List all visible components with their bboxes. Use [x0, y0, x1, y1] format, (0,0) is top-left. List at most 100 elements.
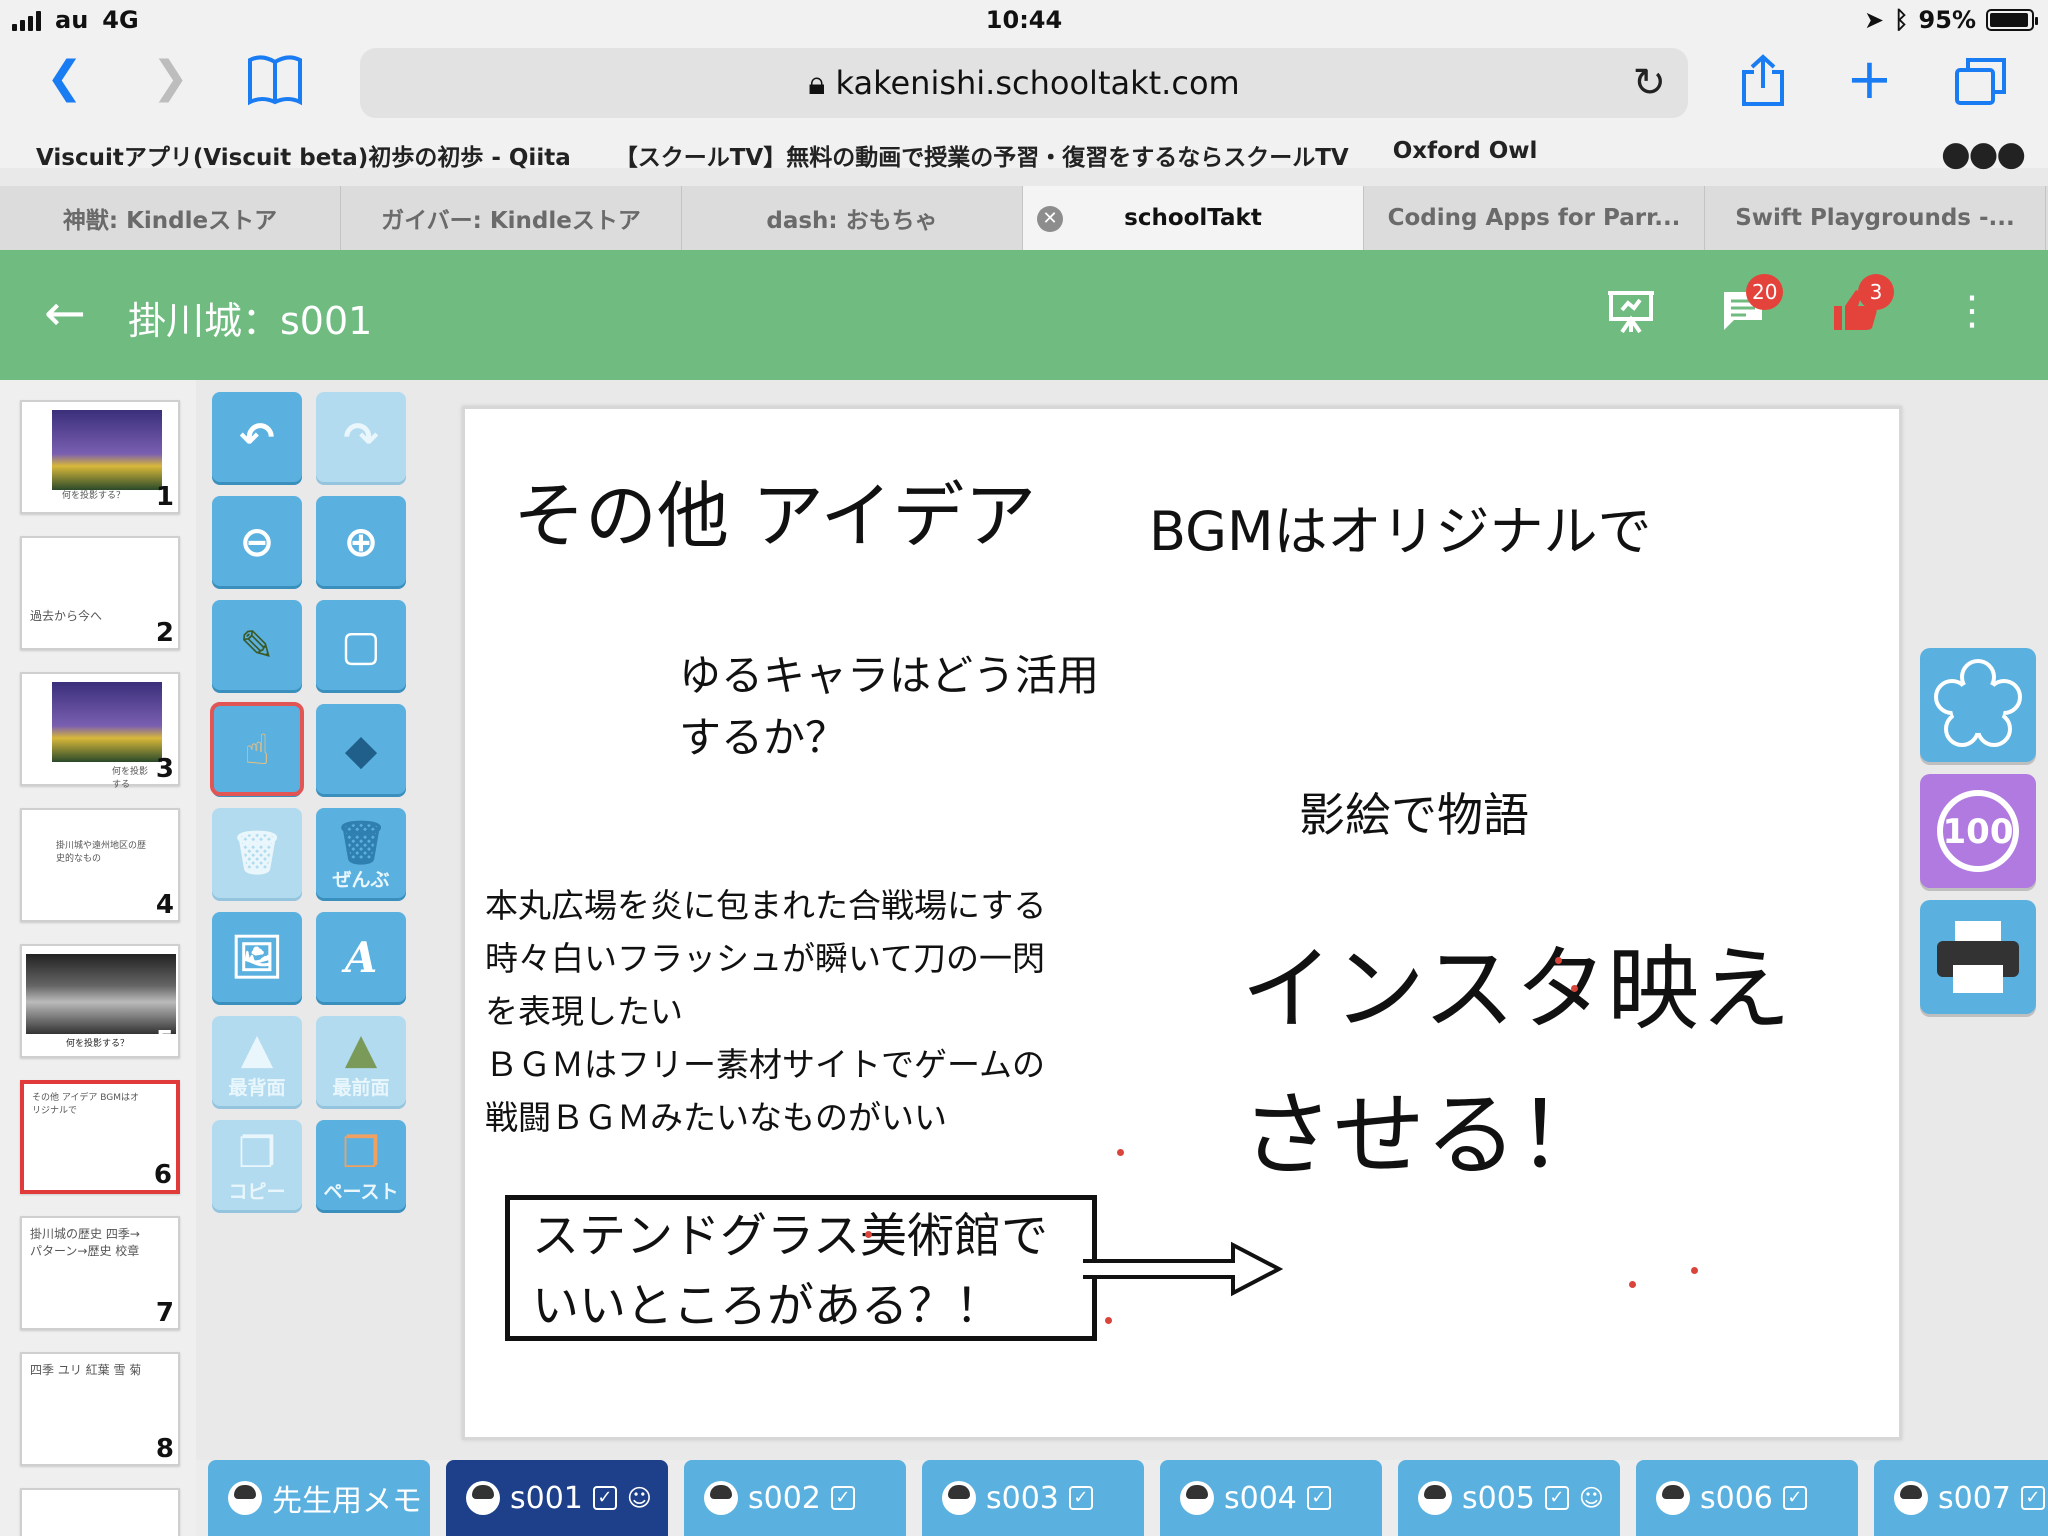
- print-button[interactable]: [1920, 900, 2036, 1014]
- student-tab-label: s006: [1700, 1480, 1773, 1516]
- browser-tab[interactable]: dash: おもちゃ: [682, 186, 1023, 250]
- delete-all-label: ぜんぶ: [332, 869, 390, 891]
- tab-close-icon[interactable]: ✕: [1037, 206, 1063, 232]
- pen-button[interactable]: ✎: [212, 600, 302, 690]
- bring-front-button[interactable]: ▲ 最前面: [316, 1016, 406, 1106]
- address-bar[interactable]: 🔒︎ kakenishi.schooltakt.com ↻: [360, 48, 1688, 118]
- arrow-shape[interactable]: [1083, 1239, 1283, 1299]
- browser-tab-bar: 神獣: Kindleストア ガイバー: Kindleストア dash: おもちゃ…: [0, 186, 2048, 250]
- student-tab-s007[interactable]: s007 ✓: [1874, 1460, 2048, 1536]
- bookmark-link[interactable]: 【スクールTV】無料の動画で授業の予習・復習をするならスクールTV: [615, 138, 1349, 172]
- thumb-text: 掛川城や遠州地区の歴史的なもの: [56, 841, 147, 864]
- student-tab-teacher-memo[interactable]: 先生用メモ: [208, 1460, 430, 1536]
- eraser-button[interactable]: ◆: [316, 704, 406, 794]
- student-tab-s004[interactable]: s004 ✓: [1160, 1460, 1382, 1536]
- slide-thumb[interactable]: 何を投影する 3: [20, 672, 180, 790]
- stained-glass-box[interactable]: ステンドグラス美術館で いいところがある？！: [505, 1195, 1097, 1341]
- image-icon: 🖼︎: [230, 932, 284, 981]
- browser-tab-active[interactable]: ✕ schoolTakt: [1023, 186, 1364, 250]
- like-icon[interactable]: 3: [1832, 274, 1894, 343]
- slide-canvas[interactable]: その他 アイデア BGMはオリジナルで ゆるキャラはどう活用 するか？ 影絵で物…: [462, 406, 1902, 1440]
- reload-icon[interactable]: ↻: [1632, 60, 1666, 106]
- redo-button[interactable]: ↷: [316, 392, 406, 482]
- slide-thumb[interactable]: 四季 ユリ 紅葉 雪 菊 8: [20, 1352, 180, 1466]
- slide-thumb[interactable]: 何を投影する？ 5: [20, 944, 180, 1058]
- comment-icon[interactable]: 20: [1720, 274, 1784, 343]
- student-tab-s002[interactable]: s002 ✓: [684, 1460, 906, 1536]
- hand-pointer-button[interactable]: ☝: [210, 702, 304, 796]
- slide-thumb-selected[interactable]: その他 アイデア BGMはオリジナルで 6: [20, 1080, 180, 1194]
- kagee-text[interactable]: 影絵で物語: [1299, 779, 1529, 845]
- bookmark-link[interactable]: Viscuitアプリ(Viscuit beta)初歩の初歩 - Qiita: [36, 138, 571, 172]
- back-arrow-icon[interactable]: ←: [44, 284, 86, 342]
- copy-button[interactable]: ❐ コピー: [212, 1120, 302, 1210]
- check-icon: ✓: [592, 1486, 617, 1510]
- comment-count-badge: 20: [1746, 274, 1784, 310]
- thumb-number: 7: [155, 1298, 174, 1328]
- status-bar: au 4G 10:44 ➤ ᛒ 95%: [0, 0, 2048, 44]
- zoom-out-button[interactable]: ⊖: [212, 496, 302, 586]
- student-tab-s003[interactable]: s003 ✓: [922, 1460, 1144, 1536]
- browser-tab[interactable]: Swift Playgrounds -...: [1705, 186, 2046, 250]
- student-tab-label: s002: [748, 1480, 821, 1516]
- reaction-icon: ☺: [1578, 1484, 1604, 1512]
- text-button[interactable]: A: [316, 912, 406, 1002]
- browser-tab[interactable]: ガイバー: Kindleストア: [341, 186, 682, 250]
- presentation-icon[interactable]: [1608, 288, 1654, 345]
- ink-dot: [1571, 985, 1578, 992]
- heading-text[interactable]: その他 アイデア: [513, 457, 1036, 562]
- ink-dot: [1117, 1149, 1124, 1156]
- back-button[interactable]: ❮: [46, 56, 83, 100]
- lock-icon: 🔒︎: [808, 64, 826, 102]
- thumb-photo: [52, 410, 162, 490]
- undo-icon: ↶: [239, 412, 275, 462]
- text-icon: A: [344, 932, 378, 982]
- url-host: 🔒︎ kakenishi.schooltakt.com: [360, 64, 1688, 103]
- image-button[interactable]: 🖼︎: [212, 912, 302, 1002]
- yurukyara-text[interactable]: ゆるキャラはどう活用 するか？: [679, 645, 1099, 769]
- battery-percent: 95%: [1918, 6, 1976, 34]
- ink-dot: [1691, 1267, 1698, 1274]
- more-icon[interactable]: ●●●: [1941, 134, 2026, 174]
- tabs-overview-icon[interactable]: [1954, 56, 2008, 114]
- slide-thumb[interactable]: 過去から今へ 2: [20, 536, 180, 650]
- thumb-number: 1: [155, 482, 174, 512]
- share-icon[interactable]: [1740, 54, 1786, 116]
- browser-tab[interactable]: Coding Apps for Parr...: [1364, 186, 1705, 250]
- ink-dot: [1555, 957, 1562, 964]
- bookmarks-bar: Viscuitアプリ(Viscuit beta)初歩の初歩 - Qiita 【ス…: [36, 138, 1537, 172]
- app-header: ← 掛川城：s001 20 3 ⋮: [0, 250, 2048, 380]
- insta-text[interactable]: インスタ映え させる！: [1241, 917, 1791, 1209]
- zoom-in-button[interactable]: ⊕: [316, 496, 406, 586]
- paste-label: ペースト: [323, 1181, 399, 1203]
- slide-thumb[interactable]: [20, 1488, 180, 1536]
- student-tab-s006[interactable]: s006 ✓: [1636, 1460, 1858, 1536]
- score-stamp-button[interactable]: 100: [1920, 774, 2036, 888]
- delete-all-button[interactable]: 🗑︎ ぜんぶ: [316, 808, 406, 898]
- undo-button[interactable]: ↶: [212, 392, 302, 482]
- slide-thumb[interactable]: 掛川城や遠州地区の歴史的なもの 4: [20, 808, 180, 922]
- student-tab-s001[interactable]: s001 ✓ ☺: [446, 1460, 668, 1536]
- send-back-button[interactable]: ▲ 最背面: [212, 1016, 302, 1106]
- thumb-number: 2: [155, 618, 174, 648]
- honmaru-text[interactable]: 本丸広場を炎に包まれた合戦場にする 時々白いフラッシュが瞬いて刀の一閃 を表現し…: [485, 879, 1046, 1144]
- thumb-text: 掛川城の歴史 四季→パターン→歴史 校章: [30, 1227, 140, 1258]
- bgm-text[interactable]: BGMはオリジナルで: [1149, 487, 1652, 566]
- student-tab-label: 先生用メモ: [272, 1484, 422, 1519]
- slide-thumb[interactable]: 掛川城の歴史 四季→パターン→歴史 校章 7: [20, 1216, 180, 1330]
- kebab-menu-icon[interactable]: ⋮: [1952, 288, 1992, 334]
- bookmark-link[interactable]: Oxford Owl: [1393, 138, 1538, 172]
- select-area-button[interactable]: ▢: [316, 600, 406, 690]
- slide-thumb[interactable]: 何を投影する？ 1: [20, 400, 180, 514]
- avatar-icon: [704, 1481, 738, 1515]
- new-tab-icon[interactable]: +: [1846, 52, 1893, 108]
- browser-tab[interactable]: 神獣: Kindleストア: [0, 186, 341, 250]
- student-tab-s005[interactable]: s005 ✓ ☺: [1398, 1460, 1620, 1536]
- paste-icon: ❐: [342, 1127, 380, 1177]
- check-icon: ✓: [2020, 1486, 2045, 1510]
- flower-stamp-button[interactable]: [1920, 648, 2036, 762]
- bookmarks-icon[interactable]: [246, 54, 304, 114]
- paste-button[interactable]: ❐ ペースト: [316, 1120, 406, 1210]
- forward-button[interactable]: ❯: [152, 56, 189, 100]
- delete-button[interactable]: 🗑︎: [212, 808, 302, 898]
